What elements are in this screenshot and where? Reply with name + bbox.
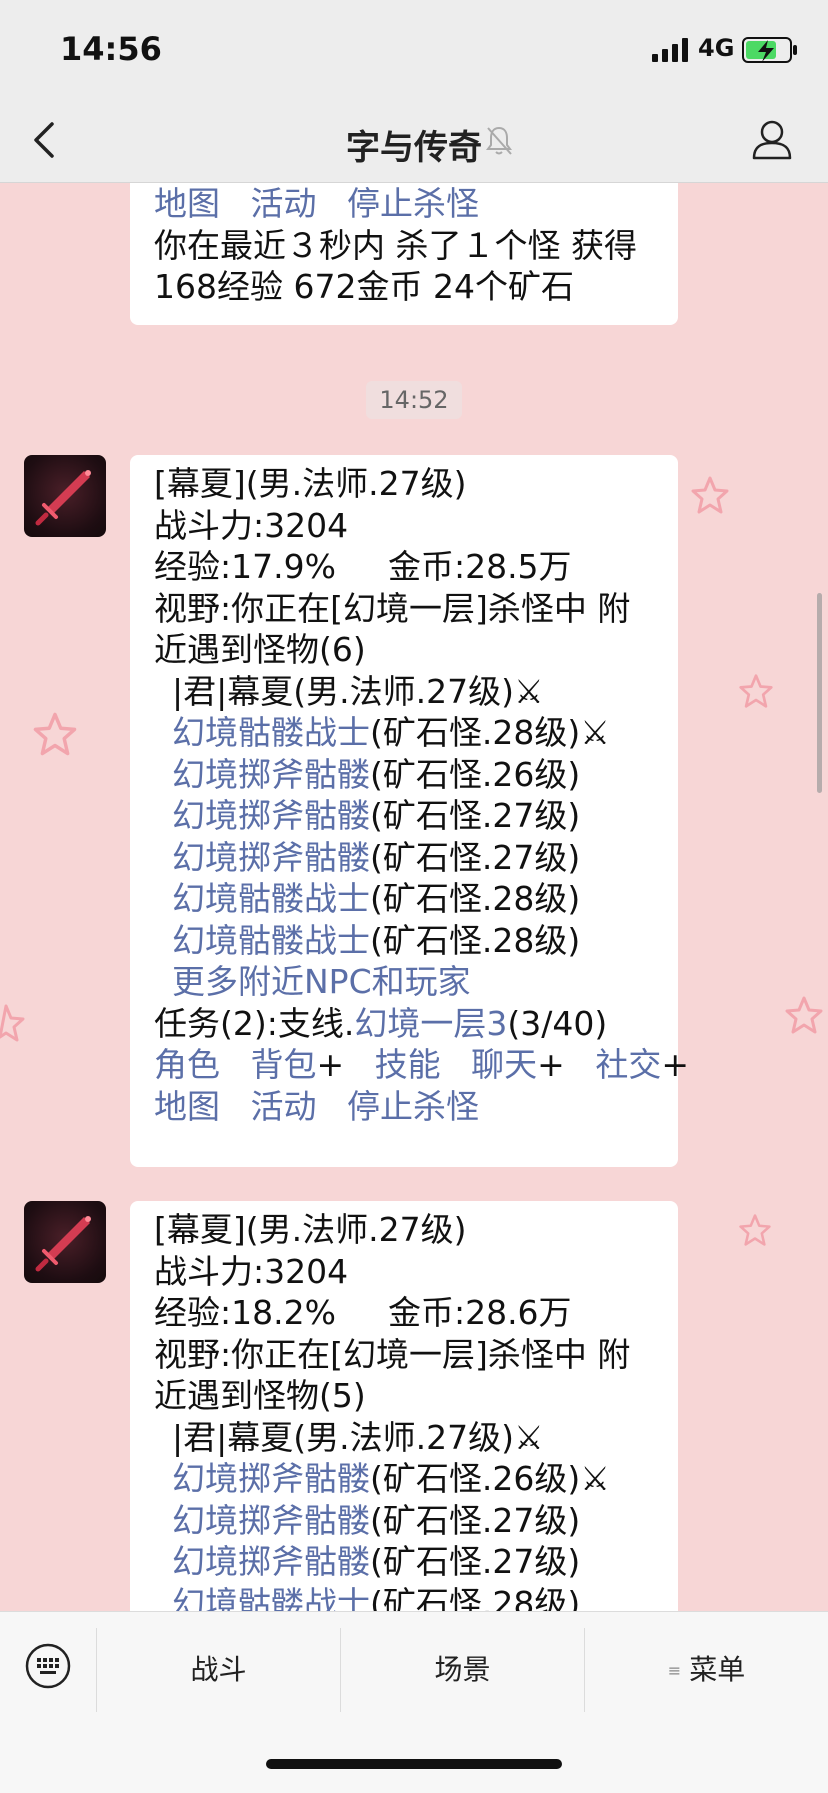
task-progress: (3/40) [507, 1003, 608, 1043]
menu-chat-link[interactable]: 聊天 [471, 1045, 537, 1084]
avatar[interactable] [24, 1201, 106, 1283]
message-timestamp: 14:52 [366, 381, 462, 419]
monster-link[interactable]: 幻境掷斧骷髅 [172, 1459, 370, 1498]
monster-link[interactable]: 幻境掷斧骷髅 [172, 1501, 370, 1540]
list-item: 幻境掷斧骷髅(矿石怪.26级) [154, 754, 654, 796]
monster-info: (矿石怪.27级) [370, 837, 581, 877]
monster-info: (矿石怪.28级) [370, 1583, 581, 1612]
vision-line-2: 近遇到怪物(5) [154, 1376, 366, 1415]
sword-icon [35, 470, 91, 526]
scene-button[interactable]: 场景 [341, 1642, 584, 1698]
plus-sign: + [316, 1045, 345, 1084]
combat-power: 战斗力:3204 [154, 505, 349, 545]
monster-link[interactable]: 幻境掷斧骷髅 [172, 755, 370, 794]
player-entry: |君|幕夏(男.法师.27级)⚔ [172, 1417, 544, 1457]
link-activity[interactable]: 活动 [251, 184, 317, 223]
monster-link[interactable]: 幻境掷斧骷髅 [172, 838, 370, 877]
link-map[interactable]: 地图 [154, 184, 220, 223]
character-header: [幕夏](男.法师.27级) [154, 1210, 467, 1249]
list-item: 幻境骷髅战士(矿石怪.28级)⚔ [154, 712, 654, 754]
list-item: 幻境掷斧骷髅(矿石怪.27级) [154, 837, 654, 879]
link-stop-killing[interactable]: 停止杀怪 [347, 1087, 479, 1126]
gold-value: 金币:28.5万 [387, 547, 572, 586]
network-label: 4G [698, 34, 735, 62]
experience-value: 经验:18.2% [154, 1293, 336, 1332]
reward-summary-line: 168经验 672金币 24个矿石 [154, 267, 574, 306]
monster-link[interactable]: 幻境掷斧骷髅 [172, 796, 370, 835]
monster-link[interactable]: 幻境骷髅战士 [172, 1584, 370, 1612]
list-item: 幻境掷斧骷髅(矿石怪.26级)⚔ [154, 1458, 654, 1500]
home-indicator [266, 1759, 562, 1769]
list-item: 幻境骷髅战士(矿石怪.28级) [154, 878, 654, 920]
kill-summary-line: 你在最近３秒内 杀了１个怪 获得 [154, 225, 637, 265]
status-bar: 14:56 4G [0, 0, 828, 100]
menu-skill-link[interactable]: 技能 [375, 1045, 441, 1084]
link-activity[interactable]: 活动 [251, 1087, 317, 1126]
star-decoration-icon [33, 712, 77, 756]
status-time: 14:56 [60, 30, 162, 68]
signal-icon [652, 38, 688, 62]
menu-character-link[interactable]: 角色 [154, 1045, 220, 1084]
menu-lines-icon: ≡ [667, 1661, 682, 1680]
plus-sign: + [537, 1045, 565, 1084]
star-decoration-icon [739, 674, 773, 708]
star-decoration-icon [785, 996, 823, 1034]
monster-info: (矿石怪.27级) [370, 1542, 581, 1581]
nav-bar: 字与传奇 [0, 100, 828, 183]
menu-bag-link[interactable]: 背包 [251, 1045, 317, 1084]
link-stop-killing[interactable]: 停止杀怪 [347, 184, 479, 223]
list-item: 幻境掷斧骷髅(矿石怪.27级) [154, 1500, 654, 1542]
more-nearby-link[interactable]: 更多附近NPC和玩家 [172, 962, 471, 1001]
monster-info: (矿石怪.28级)⚔ [370, 713, 610, 752]
mute-bell-icon [486, 126, 512, 155]
list-item: 幻境骷髅战士(矿石怪.28级) [154, 920, 654, 962]
vision-line-2: 近遇到怪物(6) [154, 630, 366, 669]
star-decoration-icon [0, 1004, 25, 1042]
monster-link[interactable]: 幻境掷斧骷髅 [172, 1542, 370, 1581]
monster-info: (矿石怪.28级) [370, 920, 581, 960]
gold-value: 金币:28.6万 [387, 1293, 572, 1332]
monster-link[interactable]: 幻境骷髅战士 [172, 879, 370, 918]
vision-line-1: 视野:你正在[幻境一层]杀怪中 附 [154, 1334, 631, 1374]
keyboard-toggle-icon[interactable] [24, 1642, 72, 1690]
player-entry: |君|幕夏(男.法师.27级)⚔ [172, 671, 544, 711]
monster-info: (矿石怪.26级)⚔ [370, 1459, 610, 1498]
list-item: 幻境骷髅战士(矿石怪.28级) [154, 1583, 654, 1612]
chat-title: 字与传奇 [346, 128, 482, 168]
combat-power: 战斗力:3204 [154, 1251, 349, 1291]
menu-button[interactable]: ≡ 菜单 [585, 1642, 828, 1698]
chat-area[interactable]: 地图 活动 停止杀怪 你在最近３秒内 杀了１个怪 获得 168经验 672金币 … [0, 183, 828, 1611]
battery-icon [742, 37, 797, 63]
list-item: 幻境掷斧骷髅(矿石怪.27级) [154, 795, 654, 837]
monster-info: (矿石怪.26级) [370, 754, 581, 794]
task-link[interactable]: 幻境一层3 [354, 1004, 507, 1043]
character-header: [幕夏](男.法师.27级) [154, 464, 467, 503]
battle-button[interactable]: 战斗 [97, 1642, 340, 1698]
star-decoration-icon [739, 1214, 771, 1246]
monster-info: (矿石怪.28级) [370, 879, 581, 918]
message-bubble-status: [幕夏](男.法师.27级) 战斗力:3204 经验:18.2% 金币:28.6万… [130, 1201, 678, 1611]
link-map[interactable]: 地图 [154, 1087, 220, 1126]
vision-line-1: 视野:你正在[幻境一层]杀怪中 附 [154, 588, 631, 628]
experience-value: 经验:17.9% [154, 547, 336, 586]
monster-link[interactable]: 幻境骷髅战士 [172, 713, 370, 752]
bottom-toolbar: 战斗 场景 ≡ 菜单 [0, 1611, 828, 1793]
star-decoration-icon [691, 476, 729, 514]
menu-social-link[interactable]: 社交 [595, 1045, 661, 1084]
task-prefix: 任务(2):支线. [154, 1003, 355, 1043]
sword-icon [35, 1216, 91, 1272]
scrollbar[interactable] [817, 593, 822, 793]
list-item: 幻境掷斧骷髅(矿石怪.27级) [154, 1541, 654, 1583]
plus-sign: + [661, 1045, 689, 1084]
message-bubble-previous: 地图 活动 停止杀怪 你在最近３秒内 杀了１个怪 获得 168经验 672金币 … [130, 183, 678, 325]
menu-button-label: 菜单 [689, 1653, 746, 1686]
monster-link[interactable]: 幻境骷髅战士 [172, 921, 370, 960]
profile-icon[interactable] [748, 116, 796, 164]
avatar[interactable] [24, 455, 106, 537]
monster-info: (矿石怪.27级) [370, 1500, 581, 1540]
message-bubble-status: [幕夏](男.法师.27级) 战斗力:3204 经验:17.9% 金币:28.5万… [130, 455, 689, 1167]
monster-info: (矿石怪.27级) [370, 796, 581, 835]
